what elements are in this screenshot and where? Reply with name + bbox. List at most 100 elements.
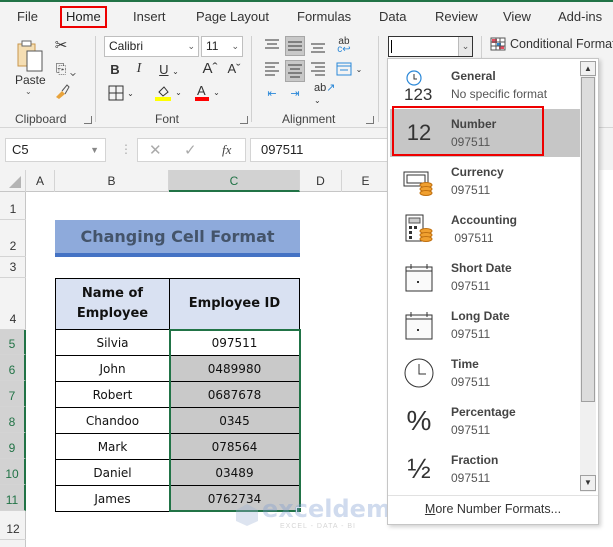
- font-launcher-icon[interactable]: [240, 116, 248, 124]
- insert-function-icon[interactable]: fx: [222, 142, 231, 158]
- increase-font-button[interactable]: Aˆ: [200, 59, 220, 77]
- merge-center-button[interactable]: ⌄: [334, 60, 364, 78]
- paste-dropdown-icon[interactable]: ⌄: [25, 87, 32, 96]
- table-row-name[interactable]: Mark: [55, 433, 170, 460]
- font-name-value: Calibri: [109, 39, 144, 53]
- column-header-b[interactable]: B: [55, 170, 169, 192]
- scroll-up-icon[interactable]: ▲: [580, 61, 596, 76]
- format-item-accounting[interactable]: Accounting 097511: [390, 205, 580, 253]
- row-header-8[interactable]: 8: [0, 407, 26, 433]
- table-row-name[interactable]: Silvia: [55, 329, 170, 356]
- tab-view[interactable]: View: [503, 9, 531, 24]
- row-header-5[interactable]: 5: [0, 330, 26, 355]
- underline-button[interactable]: U ⌄: [154, 60, 184, 78]
- row-header-7[interactable]: 7: [0, 381, 26, 407]
- table-row-id[interactable]: 078564: [169, 433, 300, 460]
- column-header-c[interactable]: C: [169, 170, 300, 192]
- format-item-time[interactable]: Time 097511: [390, 349, 580, 397]
- format-item-percentage[interactable]: % Percentage 097511: [390, 397, 580, 445]
- dropdown-scrollbar[interactable]: ▲ ▼: [580, 61, 596, 492]
- column-header-a[interactable]: A: [26, 170, 55, 192]
- table-row-name[interactable]: Robert: [55, 381, 170, 408]
- format-item-fraction[interactable]: ½ Fraction 097511: [390, 445, 580, 493]
- format-painter-button[interactable]: [53, 82, 71, 100]
- scrollbar-thumb[interactable]: [581, 77, 595, 402]
- wrap-text-button[interactable]: ab c↩: [334, 36, 354, 56]
- table-row-id[interactable]: 03489: [169, 459, 300, 486]
- scroll-down-icon[interactable]: ▼: [580, 475, 596, 491]
- tab-home[interactable]: Home: [60, 6, 107, 28]
- formula-bar-grip-icon[interactable]: ⋮: [120, 142, 132, 156]
- align-right-button[interactable]: [309, 60, 327, 78]
- alignment-launcher-icon[interactable]: [366, 116, 374, 124]
- row-header-2[interactable]: 2: [0, 220, 26, 257]
- clipboard-launcher-icon[interactable]: [84, 116, 92, 124]
- name-box[interactable]: C5 ▼: [5, 138, 106, 162]
- format-name: General: [451, 69, 496, 83]
- tab-add-ins[interactable]: Add-ins: [558, 9, 602, 24]
- middle-align-button[interactable]: [285, 36, 305, 56]
- chevron-down-icon[interactable]: ⌄: [458, 37, 472, 56]
- number-format-combo[interactable]: ⌄: [388, 36, 473, 57]
- column-header-d[interactable]: D: [300, 170, 342, 192]
- accounting-icon: [402, 213, 436, 245]
- format-name: Long Date: [451, 309, 510, 323]
- tab-file[interactable]: File: [17, 9, 38, 24]
- format-item-general[interactable]: 123 General No specific format: [390, 61, 580, 109]
- borders-button[interactable]: ⌄: [106, 84, 136, 102]
- cancel-icon[interactable]: ✕: [149, 141, 162, 159]
- center-button[interactable]: [285, 60, 305, 82]
- font-size-combo[interactable]: 11 ⌄: [201, 36, 243, 57]
- header-employee-id[interactable]: Employee ID: [169, 278, 300, 330]
- table-row-name[interactable]: Daniel: [55, 459, 170, 486]
- decrease-indent-button[interactable]: ⇤: [263, 84, 281, 102]
- table-row-id[interactable]: 0687678: [169, 381, 300, 408]
- tab-formulas[interactable]: Formulas: [297, 9, 351, 24]
- tab-data[interactable]: Data: [379, 9, 406, 24]
- more-number-formats-button[interactable]: More Number Formats...: [388, 500, 598, 520]
- copy-button[interactable]: ⎘ ⌄: [52, 60, 80, 78]
- table-row-name[interactable]: Chandoo: [55, 407, 170, 434]
- orientation-button[interactable]: ab↗ ⌄: [314, 82, 344, 105]
- align-left-button[interactable]: [263, 60, 281, 78]
- row-header-1[interactable]: 1: [0, 192, 26, 220]
- bold-button[interactable]: B: [106, 60, 124, 78]
- font-color-button[interactable]: A ⌄: [192, 82, 222, 102]
- table-row-name[interactable]: James: [55, 485, 170, 512]
- bottom-align-button[interactable]: [309, 38, 327, 56]
- font-name-combo[interactable]: Calibri ⌄: [104, 36, 199, 57]
- format-item-short-date[interactable]: Short Date 097511: [390, 253, 580, 301]
- row-header-3[interactable]: 3: [0, 257, 26, 278]
- formula-input[interactable]: 097511: [250, 138, 390, 162]
- paste-button[interactable]: [12, 36, 48, 76]
- select-all-button[interactable]: [0, 170, 26, 192]
- italic-button[interactable]: I: [130, 60, 148, 78]
- table-row-id[interactable]: 0345: [169, 407, 300, 434]
- tab-review[interactable]: Review: [435, 9, 478, 24]
- sheet-title[interactable]: Changing Cell Format: [55, 220, 300, 257]
- format-item-currency[interactable]: Currency 097511: [390, 157, 580, 205]
- row-header-12[interactable]: 12: [0, 511, 26, 540]
- bottom-align-icon: [311, 43, 325, 53]
- column-header-e[interactable]: E: [342, 170, 390, 192]
- top-align-button[interactable]: [263, 36, 281, 54]
- conditional-formatting-button[interactable]: Conditional Format: [490, 37, 613, 51]
- row-header-4[interactable]: 4: [0, 278, 26, 330]
- fill-color-button[interactable]: ⌄: [152, 82, 184, 102]
- cut-button[interactable]: ✂: [53, 36, 69, 54]
- decrease-font-button[interactable]: Aˇ: [224, 59, 244, 77]
- row-header-10[interactable]: 10: [0, 459, 26, 485]
- format-item-long-date[interactable]: Long Date 097511: [390, 301, 580, 349]
- increase-indent-button[interactable]: ⇥: [286, 84, 304, 102]
- tab-page-layout[interactable]: Page Layout: [196, 9, 269, 24]
- row-header-6[interactable]: 6: [0, 355, 26, 381]
- tab-insert[interactable]: Insert: [133, 9, 166, 24]
- table-row-id[interactable]: 0489980: [169, 355, 300, 382]
- header-name-of-employee[interactable]: Name of Employee: [55, 278, 170, 330]
- row-header-9[interactable]: 9: [0, 433, 26, 459]
- merge-center-icon: [336, 62, 352, 76]
- row-header-11[interactable]: 11: [0, 485, 26, 511]
- table-row-id[interactable]: 097511: [169, 329, 300, 356]
- table-row-name[interactable]: John: [55, 355, 170, 382]
- enter-check-icon[interactable]: ✓: [184, 141, 197, 159]
